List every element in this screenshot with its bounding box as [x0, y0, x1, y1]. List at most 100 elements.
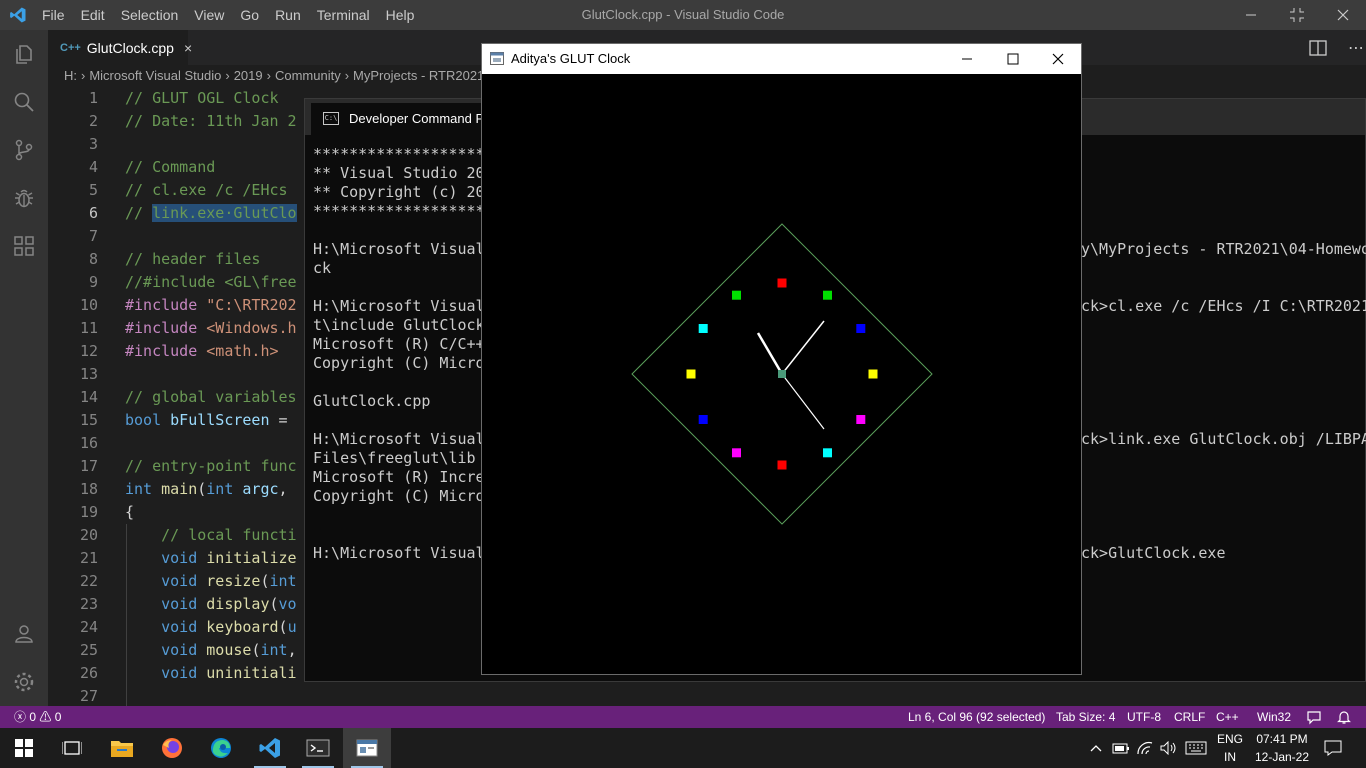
line-number: 27 — [79, 687, 98, 705]
extensions-button[interactable] — [0, 222, 48, 270]
glut-close-button[interactable] — [1035, 44, 1081, 74]
show-hidden-icons-button[interactable] — [1086, 728, 1106, 768]
action-center-button[interactable] — [1318, 728, 1348, 768]
input-language[interactable]: ENG IN — [1212, 730, 1248, 766]
line-number: 2 — [88, 112, 98, 130]
task-view-button[interactable] — [48, 728, 96, 768]
close-icon — [1337, 9, 1349, 21]
tab-size[interactable]: Tab Size: 4 — [1056, 706, 1115, 728]
edge-button[interactable] — [197, 728, 245, 768]
menu-go[interactable]: Go — [232, 0, 267, 30]
hour-marker — [868, 369, 878, 379]
battery-icon — [1112, 743, 1129, 754]
clock-date[interactable]: 07:41 PM 12-Jan-22 — [1250, 730, 1314, 766]
menu-terminal[interactable]: Terminal — [309, 0, 378, 30]
menu-help[interactable]: Help — [378, 0, 423, 30]
line-number: 4 — [88, 158, 98, 176]
vscode-taskbar-button[interactable] — [246, 728, 294, 768]
debug-button[interactable] — [0, 174, 48, 222]
problems-status[interactable]: ⓧ 0 ⚠ 0 — [14, 706, 61, 728]
cursor-position[interactable]: Ln 6, Col 96 (92 selected) — [908, 706, 1045, 728]
code-line: // cl.exe /c /EHcs — [125, 181, 288, 199]
code-line: // global variables — [125, 388, 297, 406]
line-number: 8 — [88, 250, 98, 268]
glut-minimize-button[interactable] — [944, 44, 990, 74]
menu-bar: File Edit Selection View Go Run Terminal… — [34, 0, 422, 30]
line-number: 16 — [79, 434, 98, 452]
line-number: 15 — [79, 411, 98, 429]
more-actions-icon[interactable]: ⋯ — [1348, 38, 1364, 58]
hour-marker — [777, 278, 787, 288]
split-editor-icon[interactable] — [1308, 38, 1328, 58]
source-control-icon — [15, 139, 33, 161]
file-explorer-icon — [111, 741, 133, 757]
terminal-taskbar-button[interactable] — [294, 728, 342, 768]
line-number: 20 — [79, 526, 98, 544]
line-number: 7 — [88, 227, 98, 245]
start-button[interactable] — [0, 728, 48, 768]
terminal-line: y\MyProjects - RTR2021\04-Homewo — [1081, 240, 1366, 258]
glut-maximize-button[interactable] — [990, 44, 1036, 74]
line-number: 10 — [79, 296, 98, 314]
network-button[interactable] — [1134, 728, 1156, 768]
breadcrumb-vs[interactable]: Microsoft Visual Studio — [89, 68, 221, 83]
glut-title-bar[interactable]: Aditya's GLUT Clock — [482, 44, 1081, 74]
account-button[interactable] — [0, 610, 48, 658]
platform[interactable]: Win32 — [1257, 706, 1291, 728]
text-selection: link.exe·GlutClo — [152, 204, 297, 222]
glut-app-taskbar-button[interactable] — [343, 728, 391, 768]
volume-button[interactable] — [1158, 728, 1180, 768]
breadcrumb-drive[interactable]: H: — [64, 68, 77, 83]
line-number: 24 — [79, 618, 98, 636]
code-line-selected: // link.exe·GlutClo — [125, 204, 297, 222]
file-explorer-button[interactable] — [98, 728, 146, 768]
line-number: 21 — [79, 549, 98, 567]
code-line: #include <Windows.h — [125, 319, 297, 337]
account-icon — [15, 625, 33, 643]
tab-label: GlutClock.cpp — [86, 39, 174, 56]
minimize-icon — [1246, 14, 1256, 16]
cpp-file-icon: C++ — [60, 41, 81, 54]
terminal-line: ck>cl.exe /c /EHcs /I C:\RTR2021 — [1081, 297, 1366, 315]
code-lines: // GLUT OGL Clock // Date: 11th Jan 2 //… — [125, 87, 297, 706]
breadcrumb-community[interactable]: Community — [275, 68, 341, 83]
explorer-button[interactable] — [0, 30, 48, 78]
restore-button[interactable] — [1274, 0, 1320, 30]
touch-keyboard-button[interactable] — [1182, 728, 1210, 768]
source-control-button[interactable] — [0, 126, 48, 174]
cmd-output-right: y\MyProjects - RTR2021\04-Homewo ck>cl.e… — [1081, 145, 1366, 563]
code-line: //#include <GL\free — [125, 273, 297, 291]
menu-view[interactable]: View — [186, 0, 232, 30]
glut-clock-window[interactable]: Aditya's GLUT Clock — [481, 43, 1082, 675]
language-mode[interactable]: C++ — [1216, 706, 1239, 728]
end-of-line[interactable]: CRLF — [1174, 706, 1205, 728]
menu-run[interactable]: Run — [267, 0, 309, 30]
tab-glutclock-cpp[interactable]: C++ GlutClock.cpp × — [48, 30, 192, 65]
status-bar: ⓧ 0 ⚠ 0 Ln 6, Col 96 (92 selected) Tab S… — [0, 706, 1366, 728]
system-date: 12-Jan-22 — [1254, 750, 1310, 764]
encoding[interactable]: UTF-8 — [1127, 706, 1161, 728]
warning-icon: ⚠ — [39, 710, 52, 724]
code-line: void resize(int — [125, 572, 297, 590]
close-window-button[interactable] — [1320, 0, 1366, 30]
code-line: void mouse(int, — [125, 641, 297, 659]
breadcrumb-myprojects[interactable]: MyProjects - RTR2021 — [353, 68, 484, 83]
search-button[interactable] — [0, 78, 48, 126]
firefox-button[interactable] — [148, 728, 196, 768]
hour-marker — [698, 415, 708, 424]
breadcrumb-year[interactable]: 2019 — [234, 68, 263, 83]
battery-button[interactable] — [1110, 728, 1132, 768]
menu-selection[interactable]: Selection — [113, 0, 187, 30]
menu-file[interactable]: File — [34, 0, 73, 30]
minimize-button[interactable] — [1228, 0, 1274, 30]
line-number: 23 — [79, 595, 98, 613]
tab-close-button[interactable]: × — [184, 40, 192, 56]
menu-edit[interactable]: Edit — [73, 0, 113, 30]
cmd-tab[interactable]: C:\ Developer Command Prompt — [311, 103, 501, 135]
settings-button[interactable] — [0, 658, 48, 706]
terminal-icon — [306, 739, 330, 757]
